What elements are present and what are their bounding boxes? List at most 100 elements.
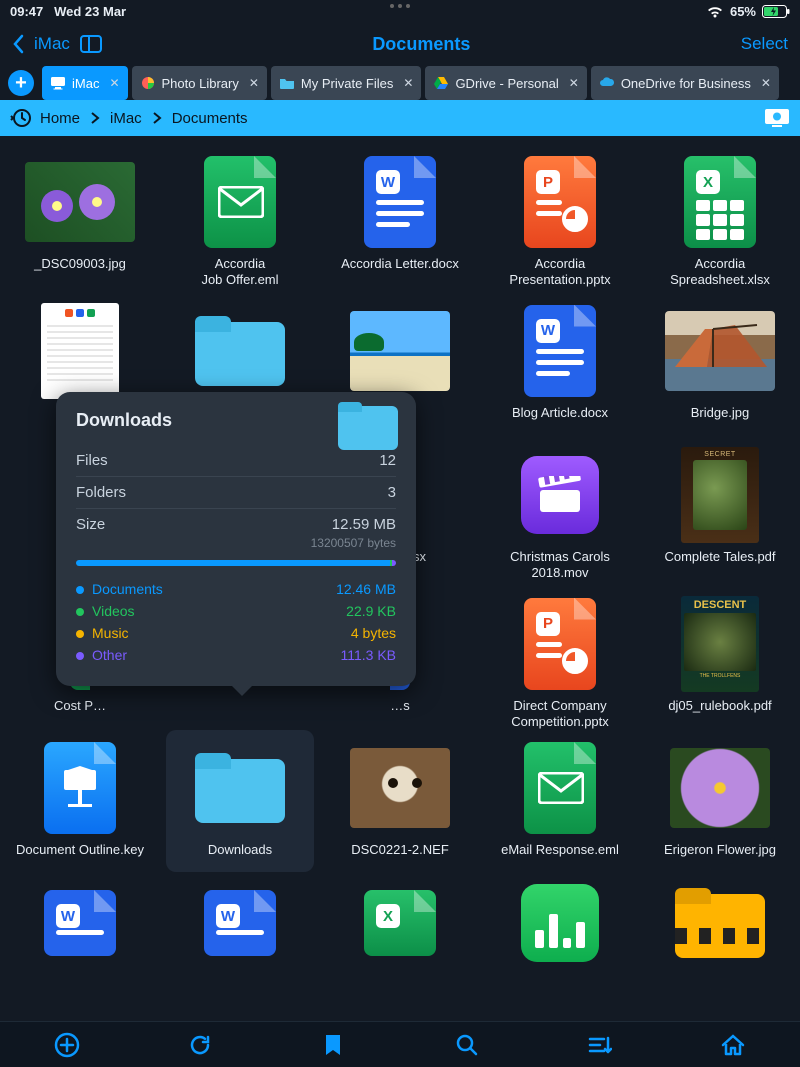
file-item[interactable]: DESCENTTHE TROLLFENS dj05_rulebook.pdf bbox=[640, 582, 800, 731]
multitask-dots-icon[interactable] bbox=[385, 4, 415, 8]
reload-button[interactable] bbox=[187, 1032, 213, 1058]
file-label: DSC0221-2.NEF bbox=[345, 838, 455, 872]
tab-private-files[interactable]: My Private Files ✕ bbox=[271, 66, 422, 100]
search-button[interactable] bbox=[454, 1032, 480, 1058]
close-tab-icon[interactable]: ✕ bbox=[569, 76, 579, 90]
breadcrumb-documents[interactable]: Documents bbox=[168, 110, 252, 127]
tab-strip: + iMac ✕ Photo Library ✕ My Private File… bbox=[0, 66, 800, 100]
size-bytes: 13200507 bytes bbox=[76, 536, 396, 550]
storage-bar bbox=[76, 560, 396, 566]
file-label: …s bbox=[384, 694, 416, 728]
file-label: Document Outline.key bbox=[10, 838, 150, 872]
folder-icon bbox=[195, 316, 285, 386]
bottom-toolbar bbox=[0, 1021, 800, 1067]
back-label[interactable]: iMac bbox=[34, 34, 70, 54]
close-tab-icon[interactable]: ✕ bbox=[403, 76, 413, 90]
file-item[interactable]: W Accordia Letter.docx bbox=[320, 140, 480, 289]
photos-icon bbox=[140, 75, 156, 91]
file-label: eMail Response.eml bbox=[495, 838, 625, 872]
status-time: 09:47 bbox=[10, 4, 43, 19]
tab-label: GDrive - Personal bbox=[455, 76, 558, 91]
folder-icon bbox=[338, 402, 398, 450]
breadcrumb-imac[interactable]: iMac bbox=[106, 110, 146, 127]
file-item[interactable]: eMail Response.eml bbox=[480, 730, 640, 872]
clapper-icon bbox=[538, 476, 582, 514]
folders-label: Folders bbox=[76, 484, 126, 501]
file-item[interactable]: Document Outline.key bbox=[0, 730, 160, 872]
add-tab-button[interactable]: + bbox=[4, 66, 38, 100]
file-item[interactable]: Erigeron Flower.jpg bbox=[640, 730, 800, 872]
folder-info-popover: Downloads Files12 Folders3 Size12.59 MB … bbox=[56, 392, 416, 686]
storage-category: Other111.3 KB bbox=[76, 644, 396, 666]
tab-label: OneDrive for Business bbox=[621, 76, 751, 91]
storage-category: Music4 bytes bbox=[76, 622, 396, 644]
files-value: 12 bbox=[379, 452, 396, 469]
gdrive-icon bbox=[433, 75, 449, 91]
file-label: Erigeron Flower.jpg bbox=[658, 838, 782, 872]
tab-gdrive[interactable]: GDrive - Personal ✕ bbox=[425, 66, 586, 100]
battery-icon bbox=[762, 5, 790, 18]
file-item[interactable]: W bbox=[160, 872, 320, 962]
bookmark-button[interactable] bbox=[320, 1032, 346, 1058]
file-label: Bridge.jpg bbox=[685, 401, 756, 435]
tab-photo-library[interactable]: Photo Library ✕ bbox=[132, 66, 267, 100]
select-button[interactable]: Select bbox=[741, 34, 788, 54]
file-item[interactable]: P Direct Company Competition.pptx bbox=[480, 582, 640, 731]
sidebar-toggle-icon[interactable] bbox=[80, 35, 102, 53]
mail-icon bbox=[538, 772, 584, 804]
file-label: Complete Tales.pdf bbox=[658, 545, 781, 579]
file-label: Blog Article.docx bbox=[506, 401, 614, 435]
tab-label: Photo Library bbox=[162, 76, 239, 91]
file-item[interactable] bbox=[640, 872, 800, 962]
wifi-icon bbox=[706, 5, 724, 18]
tab-imac[interactable]: iMac ✕ bbox=[42, 66, 128, 100]
file-label: Cost P… bbox=[48, 694, 112, 728]
tab-onedrive[interactable]: OneDrive for Business ✕ bbox=[591, 66, 779, 100]
size-value: 12.59 MB bbox=[332, 516, 396, 533]
file-label: dj05_rulebook.pdf bbox=[662, 694, 777, 728]
size-label: Size bbox=[76, 516, 105, 533]
file-item-downloads[interactable]: Downloads bbox=[166, 730, 314, 872]
screen-share-icon[interactable] bbox=[764, 108, 790, 128]
folders-value: 3 bbox=[388, 484, 396, 501]
nav-bar: iMac Documents Select bbox=[0, 22, 800, 66]
file-item[interactable]: Bridge.jpg bbox=[640, 289, 800, 438]
file-label: Direct Company Competition.pptx bbox=[505, 694, 615, 731]
onedrive-icon bbox=[599, 75, 615, 91]
tab-label: iMac bbox=[72, 76, 99, 91]
file-label: Accordia Job Offer.eml bbox=[195, 252, 284, 289]
close-tab-icon[interactable]: ✕ bbox=[109, 76, 119, 90]
breadcrumb-home[interactable]: Home bbox=[36, 110, 84, 127]
page-title: Documents bbox=[102, 34, 741, 55]
sort-button[interactable] bbox=[587, 1032, 613, 1058]
file-item[interactable]: W Blog Article.docx bbox=[480, 289, 640, 438]
file-item[interactable]: X bbox=[320, 872, 480, 962]
monitor-icon bbox=[50, 75, 66, 91]
folder-icon bbox=[195, 753, 285, 823]
file-item[interactable]: DSC0221-2.NEF bbox=[320, 730, 480, 872]
home-button[interactable] bbox=[720, 1032, 746, 1058]
add-button[interactable] bbox=[54, 1032, 80, 1058]
file-item[interactable]: P Accordia Presentation.pptx bbox=[480, 140, 640, 289]
storage-category: Documents12.46 MB bbox=[76, 578, 396, 600]
file-label: Accordia Presentation.pptx bbox=[503, 252, 616, 289]
file-label: Accordia Spreadsheet.xlsx bbox=[664, 252, 776, 289]
file-item[interactable] bbox=[480, 872, 640, 962]
file-item[interactable]: Accordia Job Offer.eml bbox=[160, 140, 320, 289]
history-icon[interactable] bbox=[10, 107, 32, 129]
back-chevron-icon[interactable] bbox=[12, 34, 24, 54]
file-item[interactable]: SECRET Complete Tales.pdf bbox=[640, 437, 800, 582]
file-item[interactable]: _DSC09003.jpg bbox=[0, 140, 160, 289]
mail-icon bbox=[218, 186, 264, 218]
status-bar: 09:47 Wed 23 Mar 65% bbox=[0, 0, 800, 22]
close-tab-icon[interactable]: ✕ bbox=[249, 76, 259, 90]
file-label: Christmas Carols 2018.mov bbox=[504, 545, 616, 582]
tab-label: My Private Files bbox=[301, 76, 393, 91]
file-item[interactable]: X Accordia Spreadsheet.xlsx bbox=[640, 140, 800, 289]
battery-pct: 65% bbox=[730, 4, 756, 19]
file-item[interactable]: W bbox=[0, 872, 160, 962]
file-label: _DSC09003.jpg bbox=[28, 252, 132, 286]
chevron-right-icon bbox=[88, 111, 102, 125]
close-tab-icon[interactable]: ✕ bbox=[761, 76, 771, 90]
file-item[interactable]: Christmas Carols 2018.mov bbox=[480, 437, 640, 582]
